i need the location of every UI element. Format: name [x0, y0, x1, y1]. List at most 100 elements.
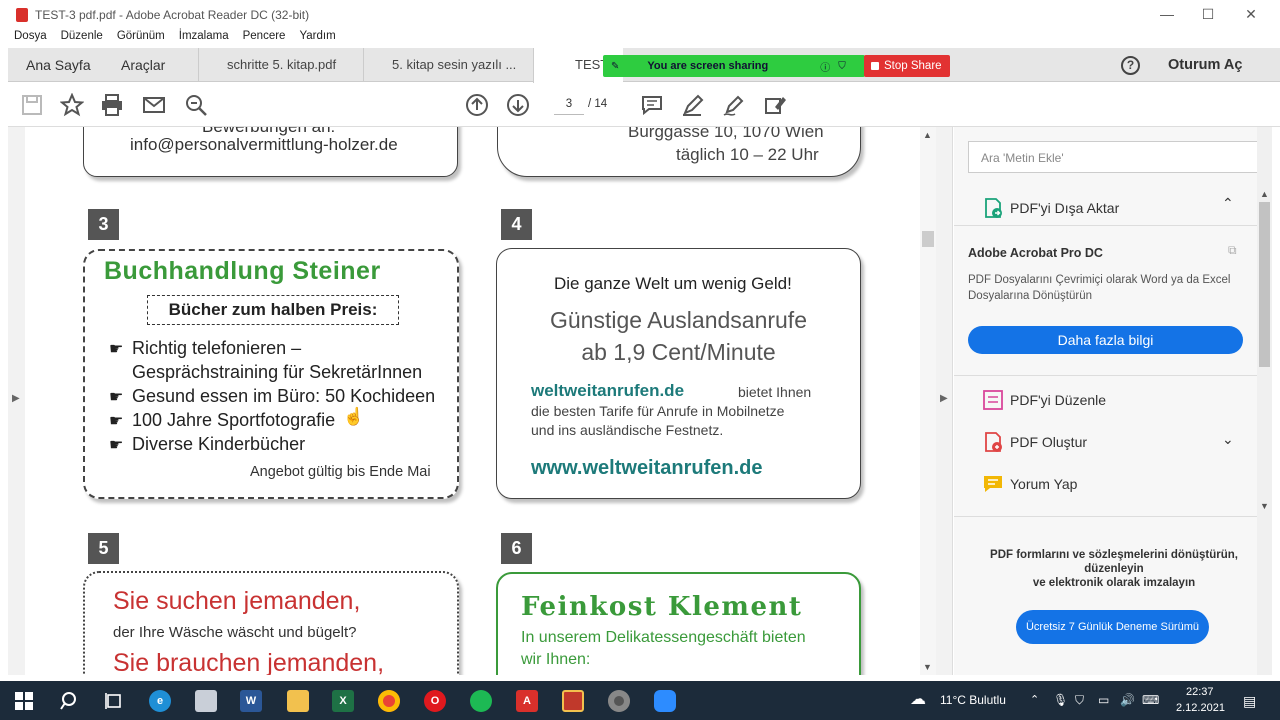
chrome-icon[interactable] [378, 690, 400, 712]
hand-icon: ☛ [109, 413, 124, 430]
fill-sign-icon[interactable] [763, 93, 787, 117]
comment-icon[interactable] [640, 93, 664, 117]
panel-scroll-thumb[interactable] [1259, 202, 1270, 367]
windows-start-icon[interactable] [13, 690, 35, 712]
print-icon[interactable] [100, 93, 124, 117]
document-scrollbar[interactable]: ▲ ▼ [920, 127, 936, 675]
promo-line-2: ve elektronik olarak imzalayın [1032, 577, 1196, 589]
chevron-down-icon[interactable]: ⌄ [1222, 431, 1234, 448]
hours-text: täglich 10 – 22 Uhr [676, 145, 819, 164]
ad-number-4: 4 [501, 209, 532, 240]
maximize-button[interactable]: ☐ [1193, 6, 1223, 23]
tab-home[interactable]: Ana Sayfa [26, 48, 91, 82]
excel-icon[interactable]: X [332, 690, 354, 712]
search-icon[interactable] [58, 690, 80, 712]
previous-page-icon[interactable] [465, 93, 489, 117]
divider [954, 225, 1257, 226]
help-icon[interactable]: ? [1121, 56, 1140, 75]
minimize-button[interactable]: — [1152, 6, 1182, 22]
bookmark-star-icon[interactable] [60, 93, 84, 117]
keyboard-icon[interactable]: ⌨ [1142, 693, 1159, 707]
highlight-pen-icon[interactable] [681, 93, 705, 117]
acrobat-taskbar-icon[interactable]: A [516, 690, 538, 712]
draw-icon[interactable] [722, 93, 746, 117]
notifications-icon[interactable]: ▤ [1243, 693, 1256, 710]
scroll-thumb[interactable] [922, 231, 934, 247]
next-page-icon[interactable] [506, 93, 530, 117]
word-icon[interactable]: W [240, 690, 262, 712]
tool-search-input[interactable]: Ara 'Metin Ekle' [968, 141, 1258, 173]
edge-icon[interactable]: e [149, 690, 171, 712]
menu-yardim[interactable]: Yardım [285, 30, 335, 48]
panel-scrollbar[interactable]: ▲ ▼ [1257, 127, 1272, 675]
export-pdf-icon [985, 198, 1002, 218]
task-view-icon[interactable] [103, 690, 125, 712]
ad4-title-1: Günstige Auslandsanrufe [549, 307, 807, 333]
share-message: You are screen sharing [647, 60, 769, 72]
cloud-icon: ☁ [910, 691, 926, 708]
ad4-body-2: die besten Tarife für Anrufe in Mobilnet… [531, 403, 785, 419]
address-text: Burggasse 10, 1070 Wien [628, 127, 824, 141]
zoom-search-icon[interactable] [184, 93, 208, 117]
security-icon[interactable]: ⛉ [1075, 693, 1084, 708]
comment-item[interactable]: Yorum Yap [982, 473, 1077, 495]
divider [954, 375, 1257, 376]
scroll-down-icon[interactable]: ▼ [923, 662, 932, 672]
stop-share-button[interactable]: Stop Share [864, 55, 950, 77]
email-icon[interactable] [142, 93, 166, 117]
clock-date[interactable]: 2.12.2021 [1176, 702, 1225, 714]
mic-icon[interactable]: 🎙 [1053, 693, 1068, 707]
menu-duzenle[interactable]: Düzenle [47, 30, 103, 48]
tab-tools[interactable]: Araçlar [121, 48, 165, 82]
chevron-up-icon[interactable]: ⌃ [1222, 195, 1234, 212]
comment-label: Yorum Yap [1010, 476, 1078, 492]
more-info-button[interactable]: Daha fazla bilgi [968, 326, 1243, 354]
opera-icon[interactable]: O [424, 690, 446, 712]
tab-doc-kitap[interactable]: 5. kitap sesin yazılı ... [363, 48, 533, 82]
ad6-title: Feinkost Klement [521, 592, 803, 622]
hand-cursor-icon: ☝ [343, 407, 365, 426]
panel-scroll-down-icon[interactable]: ▼ [1260, 501, 1269, 511]
expand-right-icon[interactable]: ▶ [940, 393, 948, 404]
pin-icon: ✎ [611, 60, 620, 72]
menu-gorunum[interactable]: Görünüm [103, 30, 165, 48]
save-icon[interactable] [20, 93, 44, 117]
create-pdf-icon [985, 432, 1002, 452]
menu-pencere[interactable]: Pencere [229, 30, 286, 48]
ad-number-5: 5 [88, 533, 119, 564]
create-pdf-item[interactable]: PDF Oluştur [982, 431, 1087, 453]
ad6-line1: In unserem Delikatessengeschäft bieten [521, 629, 806, 646]
menu-dosya[interactable]: Dosya [0, 30, 47, 48]
ad4-body-1: bietet Ihnen [738, 384, 812, 400]
ad3-footer: Angebot gültig bis Ende Mai [250, 464, 431, 480]
clock-time[interactable]: 22:37 [1186, 686, 1214, 698]
ad6-line2: wir Ihnen: [521, 651, 591, 668]
page-number-input[interactable]: 3 [554, 93, 584, 115]
panel-scroll-up-icon[interactable]: ▲ [1260, 189, 1269, 199]
file-explorer-icon[interactable] [287, 690, 309, 712]
ad4-body-3: und ins ausländische Festnetz. [531, 422, 724, 438]
media-player-icon[interactable] [608, 690, 630, 712]
expand-left-icon[interactable]: ▶ [12, 393, 20, 404]
spotify-icon[interactable] [470, 690, 492, 712]
export-pdf-item[interactable]: PDF'yi Dışa Aktar [982, 197, 1119, 219]
ad-number-6: 6 [501, 533, 532, 564]
free-trial-button[interactable]: Ücretsiz 7 Günlük Deneme Sürümü [1016, 610, 1209, 644]
app-icon[interactable] [195, 690, 217, 712]
volume-icon[interactable]: 🔊 [1120, 693, 1135, 707]
sign-in-button[interactable]: Oturum Aç [1168, 57, 1242, 73]
tab-doc-schritte[interactable]: schritte 5. kitap.pdf [198, 48, 363, 82]
chevron-up-tray-icon[interactable]: ⌃ [1030, 693, 1039, 706]
close-button[interactable]: ✕ [1236, 6, 1266, 23]
left-nav-strip: ▶ [8, 127, 25, 675]
scroll-up-icon[interactable]: ▲ [923, 130, 932, 140]
edit-pdf-item[interactable]: PDF'yi Düzenle [982, 389, 1106, 411]
winrar-icon[interactable] [562, 690, 584, 712]
weather-text[interactable]: 11°C Bulutlu [940, 693, 1006, 707]
export-pdf-label: PDF'yi Dışa Aktar [1010, 200, 1120, 216]
menu-imzalama[interactable]: İmzalama [165, 30, 229, 48]
zoom-icon[interactable] [654, 690, 676, 712]
pdf-document-view: Bewerbungen an: info@personalvermittlung… [25, 127, 920, 675]
battery-icon[interactable]: ▭ [1098, 693, 1109, 707]
ad-number-3: 3 [88, 209, 119, 240]
